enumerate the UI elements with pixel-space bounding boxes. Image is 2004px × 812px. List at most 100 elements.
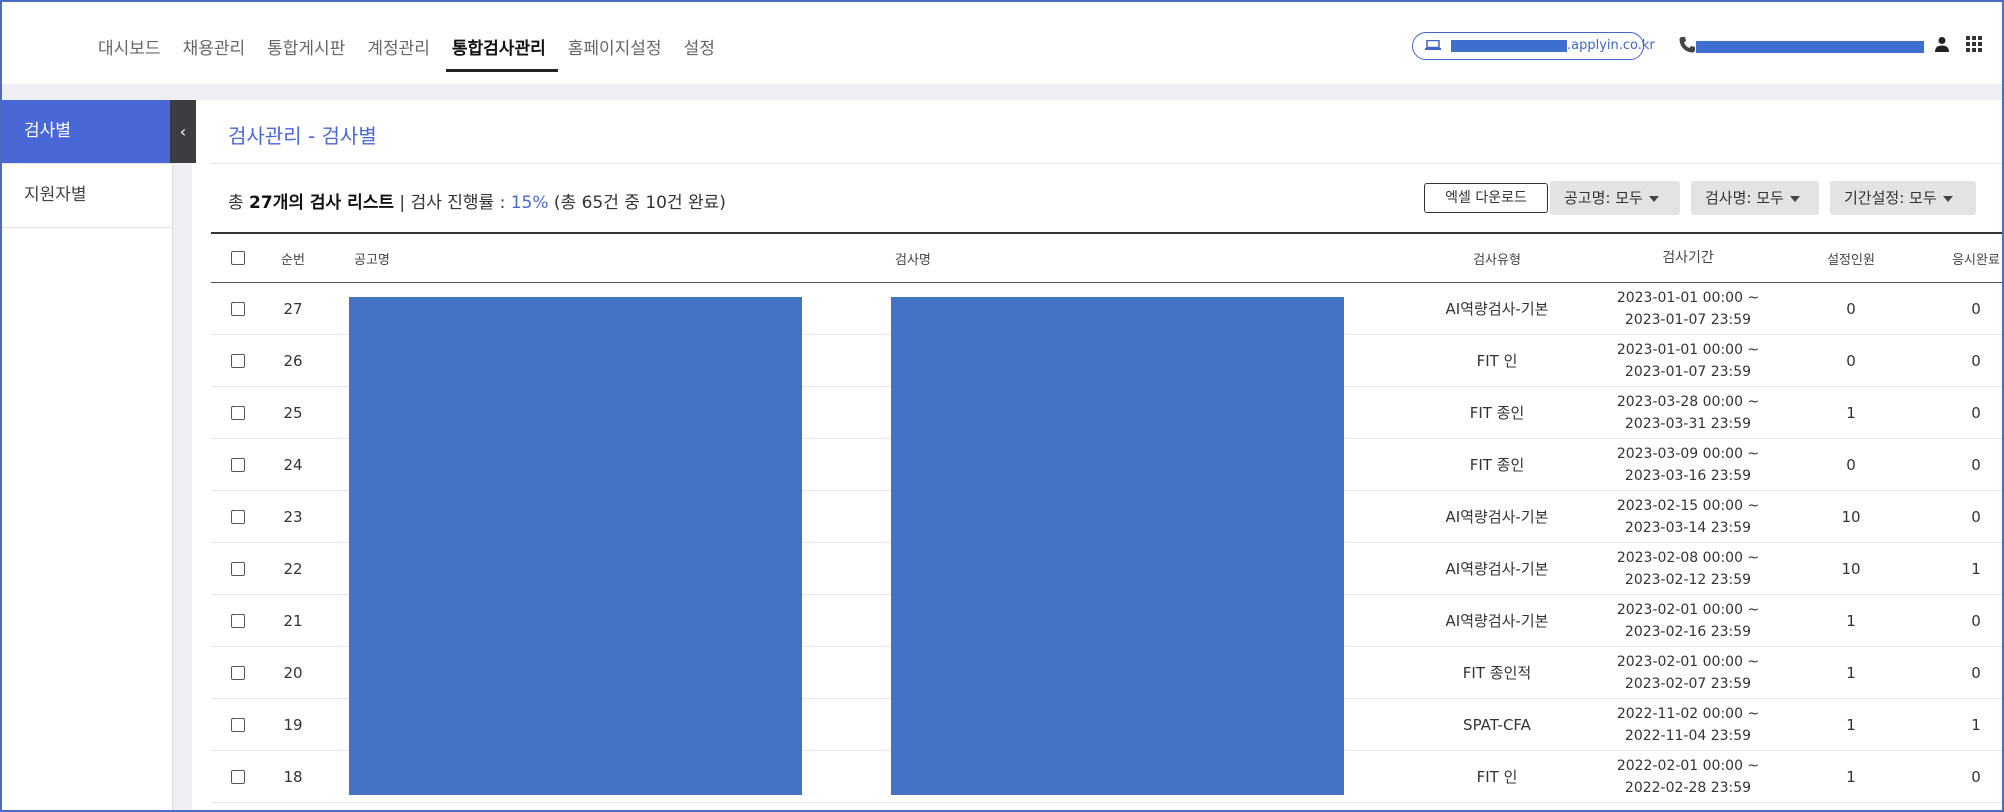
period-end: 2023-02-16 23:59: [1624, 623, 1752, 640]
sidebar-item-by-test[interactable]: 검사별: [2, 100, 172, 164]
nav-accounts[interactable]: 계정관리: [357, 32, 440, 66]
row-select-cell: [228, 699, 248, 750]
row-period: 2023-02-15 00:00 ~ 2023-03-14 23:59: [1588, 491, 1788, 542]
row-checkbox[interactable]: [231, 509, 245, 524]
caret-down-icon: [1648, 195, 1659, 202]
row-done-count: 0: [1971, 611, 1981, 630]
row-select-cell: [228, 647, 248, 698]
summary-sep: | 검사 진행률 :: [394, 193, 511, 213]
nav-settings[interactable]: 설정: [674, 32, 725, 66]
row-period: 2023-01-01 00:00 ~ 2023-01-07 23:59: [1588, 283, 1788, 334]
row-period: 2023-02-08 00:00 ~ 2023-02-12 23:59: [1588, 543, 1788, 594]
row-select-cell: [228, 491, 248, 542]
row-checkbox[interactable]: [231, 717, 245, 732]
row-checkbox[interactable]: [231, 613, 245, 628]
period-end: 2023-03-31 23:59: [1624, 415, 1752, 432]
period-end: 2023-02-12 23:59: [1624, 571, 1752, 588]
sidebar-item-by-applicant[interactable]: 지원자별: [2, 164, 172, 228]
row-set-count: 10: [1841, 507, 1861, 526]
test-filter-dropdown[interactable]: 검사명: 모두: [1691, 181, 1819, 215]
row-select-cell: [228, 439, 248, 490]
apps-grid-icon[interactable]: [1966, 36, 1982, 52]
row-done-count: 0: [1971, 351, 1981, 370]
redacted-phone: [1696, 41, 1924, 53]
row-select-cell: [228, 387, 248, 438]
header-done: 응시완료: [1952, 252, 2000, 268]
period-start: 2023-02-08 00:00 ~: [1616, 549, 1760, 566]
period-start: 2023-02-01 00:00 ~: [1616, 601, 1760, 618]
row-set-count: 1: [1846, 715, 1856, 734]
row-no: 19: [283, 715, 303, 734]
top-header: 대시보드 채용관리 통합게시판 계정관리 통합검사관리 홈페이지설정 설정 .a…: [2, 2, 2002, 84]
row-done-count: 0: [1971, 455, 1981, 474]
period-start: 2023-01-01 00:00 ~: [1616, 341, 1760, 358]
row-checkbox[interactable]: [231, 353, 245, 368]
header-set: 설정인원: [1827, 252, 1875, 268]
select-all-cell: [228, 234, 248, 282]
row-checkbox[interactable]: [231, 457, 245, 472]
row-select-cell: [228, 751, 248, 802]
nav-dashboard[interactable]: 대시보드: [88, 32, 171, 66]
row-no: 27: [283, 299, 303, 318]
period-end: 2022-02-28 23:59: [1624, 779, 1752, 796]
row-period: 2023-02-01 00:00 ~ 2023-02-16 23:59: [1588, 595, 1788, 646]
period-start: 2023-02-01 00:00 ~: [1616, 653, 1760, 670]
row-set-count: 1: [1846, 403, 1856, 422]
row-set-count: 1: [1846, 611, 1856, 630]
row-period: 2022-11-02 00:00 ~ 2022-11-04 23:59: [1588, 699, 1788, 750]
redacted-test-names: [891, 297, 1344, 795]
period-start: 2022-02-01 00:00 ~: [1616, 757, 1760, 774]
row-period: 2023-03-09 00:00 ~ 2023-03-16 23:59: [1588, 439, 1788, 490]
header-test: 검사명: [895, 252, 931, 268]
caret-down-icon: [1942, 195, 1953, 202]
select-all-checkbox[interactable]: [231, 251, 245, 265]
row-checkbox[interactable]: [231, 665, 245, 680]
period-start: 2022-11-02 00:00 ~: [1616, 705, 1760, 722]
divider: [210, 163, 2004, 164]
row-set-count: 0: [1846, 455, 1856, 474]
row-no: 24: [283, 455, 303, 474]
nav-recruitment[interactable]: 채용관리: [173, 32, 256, 66]
domain-link[interactable]: .applyin.co.kr: [1412, 32, 1655, 60]
excel-download-button[interactable]: 엑셀 다운로드: [1424, 183, 1548, 213]
table-header: 순번 공고명 검사명 검사유형 검사기간 설정인원 응시완료: [211, 232, 2004, 283]
sidebar-collapse-button[interactable]: ‹: [170, 100, 196, 163]
nav-homepage-settings[interactable]: 홈페이지설정: [558, 32, 672, 66]
row-done-count: 1: [1971, 715, 1981, 734]
test-filter-label: 검사명: 모두: [1705, 189, 1784, 207]
row-done-count: 1: [1971, 559, 1981, 578]
row-checkbox[interactable]: [231, 769, 245, 784]
row-set-count: 0: [1846, 299, 1856, 318]
period-start: 2023-03-28 00:00 ~: [1616, 393, 1760, 410]
row-checkbox[interactable]: [231, 301, 245, 316]
row-type: FIT 인: [1476, 768, 1518, 786]
summary-detail: (총 65건 중 10건 완료): [548, 193, 726, 213]
page-title: 검사관리 - 검사별: [228, 124, 377, 148]
row-done-count: 0: [1971, 507, 1981, 526]
summary-prefix: 총: [228, 193, 250, 213]
test-summary: 총 27개의 검사 리스트 | 검사 진행률 : 15% (총 65건 중 10…: [228, 188, 726, 213]
period-start: 2023-02-15 00:00 ~: [1616, 497, 1760, 514]
job-filter-dropdown[interactable]: 공고명: 모두: [1550, 181, 1680, 215]
row-period: 2023-02-01 00:00 ~ 2023-02-07 23:59: [1588, 647, 1788, 698]
user-icon[interactable]: [1934, 36, 1950, 52]
domain-suffix: .applyin.co.kr: [1567, 38, 1655, 53]
period-end: 2023-03-16 23:59: [1624, 467, 1752, 484]
period-end: 2023-01-07 23:59: [1624, 311, 1752, 328]
period-end: 2022-11-04 23:59: [1624, 727, 1752, 744]
row-no: 23: [283, 507, 303, 526]
row-period: 2023-01-01 00:00 ~ 2023-01-07 23:59: [1588, 335, 1788, 386]
period-filter-dropdown[interactable]: 기간설정: 모두: [1830, 181, 1976, 215]
laptop-icon: [1425, 40, 1441, 50]
sidebar: 검사별 지원자별: [2, 100, 173, 812]
row-checkbox[interactable]: [231, 561, 245, 576]
nav-board[interactable]: 통합게시판: [257, 32, 355, 66]
header-no: 순번: [281, 252, 305, 268]
row-no: 26: [283, 351, 303, 370]
period-filter-label: 기간설정: 모두: [1844, 189, 1937, 207]
row-period: 2022-02-01 00:00 ~ 2022-02-28 23:59: [1588, 751, 1788, 802]
row-type: AI역량검사-기본: [1445, 612, 1549, 630]
row-checkbox[interactable]: [231, 405, 245, 420]
period-end: 2023-02-07 23:59: [1624, 675, 1752, 692]
nav-test-management[interactable]: 통합검사관리: [442, 32, 558, 72]
